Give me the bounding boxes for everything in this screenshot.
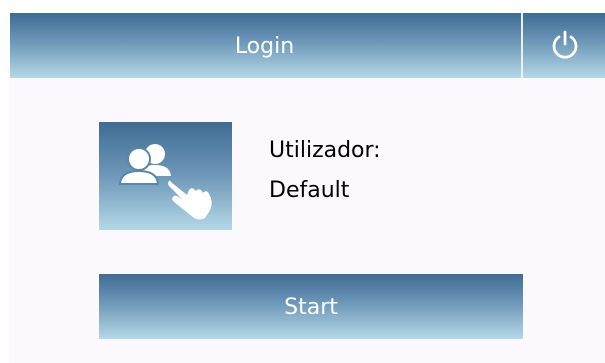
title-bar: Login [10,13,605,78]
login-screen: Login Utilizador: Default Start [10,13,605,363]
power-icon [552,30,578,59]
user-value: Default [269,178,350,203]
start-button[interactable]: Start [99,274,523,339]
power-button[interactable] [521,13,605,78]
user-label: Utilizador: [269,138,381,163]
select-user-button[interactable] [99,122,232,230]
users-select-icon [118,144,212,220]
page-title: Login [234,34,295,59]
